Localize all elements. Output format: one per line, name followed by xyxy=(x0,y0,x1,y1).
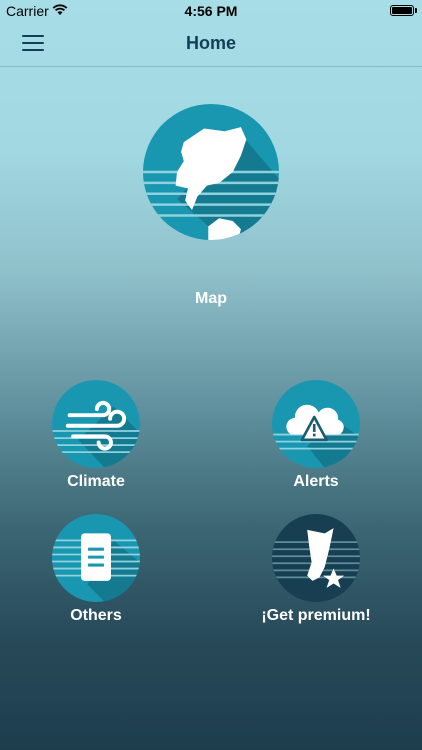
others-tile[interactable]: Others xyxy=(52,514,140,624)
climate-label: Climate xyxy=(67,473,125,490)
alerts-label: Alerts xyxy=(293,473,339,490)
premium-label: ¡Get premium! xyxy=(261,607,371,624)
map-label: Map xyxy=(195,290,227,307)
island-map-icon xyxy=(143,104,279,240)
battery-icon xyxy=(390,5,414,16)
premium-tile[interactable]: ¡Get premium! xyxy=(261,514,371,624)
clock: 4:56 PM xyxy=(184,3,238,19)
document-icon xyxy=(52,514,140,602)
status-bar: Carrier 4:56 PM xyxy=(0,0,422,22)
premium-star-icon xyxy=(272,514,360,602)
map-tile[interactable]: Map xyxy=(143,104,279,307)
page-title: Home xyxy=(185,33,236,53)
alerts-tile[interactable]: Alerts xyxy=(272,380,360,490)
climate-tile[interactable]: Climate xyxy=(52,380,140,490)
battery-tip xyxy=(415,8,417,13)
wind-icon xyxy=(52,380,140,468)
navigation-bar: Home xyxy=(0,22,422,67)
others-label: Others xyxy=(70,607,122,624)
cloud-alert-icon xyxy=(272,380,360,468)
